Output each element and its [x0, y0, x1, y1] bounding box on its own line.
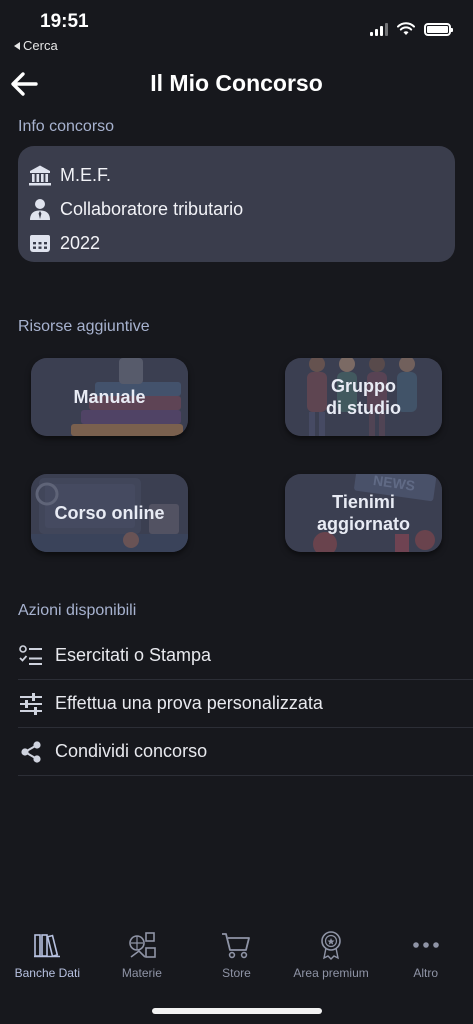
back-triangle-icon: [14, 41, 20, 50]
page-title: Il Mio Concorso: [150, 70, 323, 96]
status-bar: 19:51 Cerca: [0, 0, 473, 60]
tile-gruppo-label: Gruppo di studio: [285, 358, 442, 436]
status-time: 19:51: [40, 11, 89, 32]
action-prova-label: Effettua una prova personalizzata: [55, 693, 323, 713]
tile-tienimi-text: Tienimi aggiornato: [317, 491, 410, 535]
badge-icon: [316, 930, 346, 960]
status-icons: [370, 22, 453, 36]
user-tie-icon: [28, 197, 52, 221]
tab-bar: Banche Dati Materie Store Area premium A…: [0, 920, 473, 992]
tile-tienimi-aggiornato[interactable]: NEWS Tienimi aggiornato: [285, 474, 442, 552]
resources-section-label: Risorse aggiuntive: [18, 318, 150, 335]
subjects-icon: [127, 930, 157, 960]
actions-section-label: Azioni disponibili: [18, 602, 137, 619]
tile-corso-online-label: Corso online: [31, 474, 188, 552]
more-icon: [411, 930, 441, 960]
tab-store[interactable]: Store: [189, 920, 284, 992]
tab-store-label: Store: [222, 966, 251, 980]
action-condividi-label: Condividi concorso: [55, 741, 208, 761]
share-icon: [18, 739, 44, 765]
info-profile-text: Collaboratore tributario: [60, 198, 244, 219]
info-row-profile: Collaboratore tributario: [28, 192, 445, 226]
tile-gruppo-di-studio[interactable]: Gruppo di studio: [285, 358, 442, 436]
tab-materie[interactable]: Materie: [95, 920, 190, 992]
books-icon: [32, 930, 62, 960]
tile-tienimi-label: Tienimi aggiornato: [285, 474, 442, 552]
sliders-icon: [18, 691, 44, 717]
tab-area-premium[interactable]: Area premium: [284, 920, 379, 992]
info-section-label: Info concorso: [18, 118, 115, 135]
cellular-signal-icon: [370, 22, 388, 36]
back-to-app-link[interactable]: Cerca: [14, 38, 58, 53]
action-esercitati[interactable]: Esercitati o Stampa: [18, 632, 473, 680]
nav-header: Il Mio Concorso: [0, 60, 473, 106]
tile-corso-online[interactable]: Corso online: [31, 474, 188, 552]
wifi-icon: [397, 22, 415, 35]
cart-icon: [221, 930, 251, 960]
info-row-administration: M.E.F.: [28, 158, 445, 192]
bank-icon: [28, 163, 52, 187]
tab-banche-dati-label: Banche Dati: [14, 966, 80, 980]
info-row-year: 2022: [28, 226, 445, 260]
tile-manuale-label: Manuale: [31, 358, 188, 436]
action-prova-personalizzata[interactable]: Effettua una prova personalizzata: [18, 680, 473, 728]
home-indicator[interactable]: [152, 1008, 322, 1014]
back-app-label: Cerca: [23, 38, 58, 53]
tab-altro[interactable]: Altro: [378, 920, 473, 992]
tab-materie-label: Materie: [121, 966, 162, 980]
tile-manuale[interactable]: Manuale: [31, 358, 188, 436]
action-esercitati-label: Esercitati o Stampa: [55, 645, 212, 665]
info-administration-text: M.E.F.: [60, 164, 112, 185]
action-condividi[interactable]: Condividi concorso: [18, 728, 473, 776]
info-card: M.E.F. Collaboratore tributario 2022: [18, 146, 455, 262]
tile-gruppo-text: Gruppo di studio: [326, 375, 401, 419]
info-year-text: 2022: [60, 232, 101, 253]
tab-area-premium-label: Area premium: [293, 966, 369, 980]
checklist-icon: [18, 643, 44, 669]
tab-banche-dati[interactable]: Banche Dati: [0, 920, 95, 992]
battery-icon: [424, 22, 453, 36]
calendar-icon: [28, 231, 52, 255]
tab-altro-label: Altro: [413, 966, 439, 980]
